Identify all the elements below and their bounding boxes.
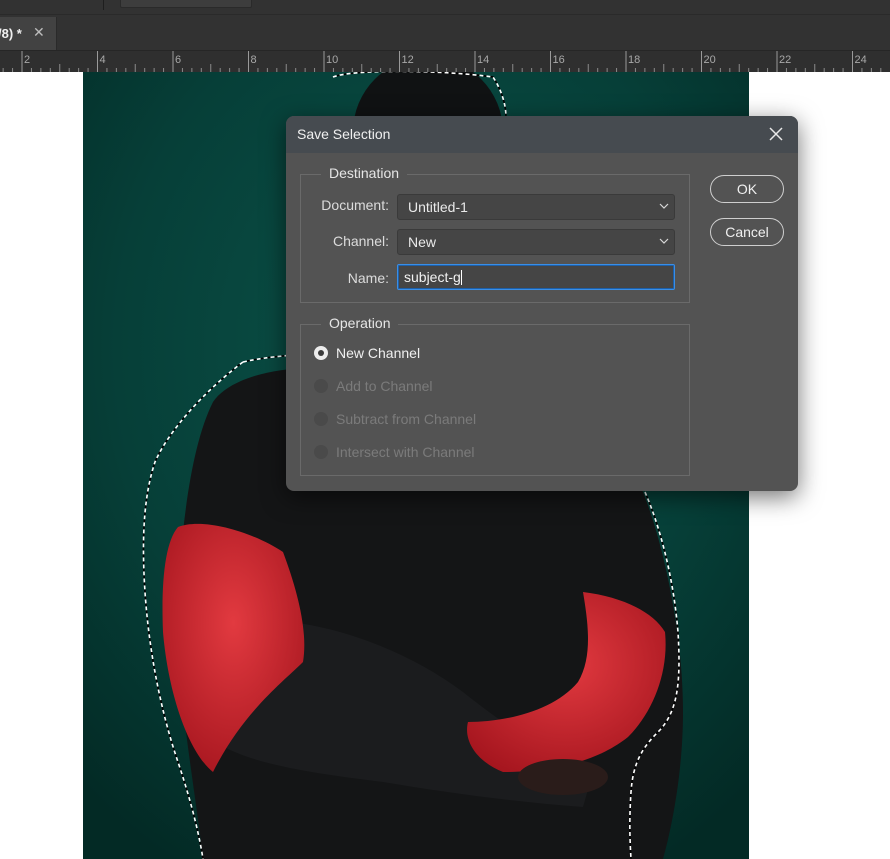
document-label: Document: bbox=[321, 197, 389, 213]
radio-button bbox=[314, 445, 328, 459]
document-select[interactable]: Untitled-1 bbox=[397, 194, 675, 220]
document-tab-title: /8) * bbox=[0, 26, 22, 41]
horizontal-ruler: 2 4 6 8 10 12 14 16 18 20 22 24 bbox=[0, 50, 890, 73]
ruler-label: 16 bbox=[553, 54, 565, 66]
ruler-label: 14 bbox=[477, 54, 489, 66]
channel-label: Channel: bbox=[332, 233, 389, 249]
radio-label: Add to Channel bbox=[336, 378, 433, 394]
close-icon[interactable] bbox=[767, 125, 785, 143]
subject-hand bbox=[518, 759, 608, 795]
chevron-down-icon bbox=[659, 203, 669, 209]
operation-group: Operation New Channel Add to Channel Subtr… bbox=[300, 315, 690, 476]
radio-button[interactable] bbox=[314, 346, 328, 360]
save-selection-dialog: Save Selection Destination Document: Unt… bbox=[286, 116, 798, 491]
ok-button[interactable]: OK bbox=[710, 175, 784, 203]
radio-label: New Channel bbox=[336, 345, 421, 361]
radio-label: Intersect with Channel bbox=[336, 444, 475, 460]
ruler-label: 6 bbox=[175, 54, 181, 66]
dialog-titlebar[interactable]: Save Selection bbox=[286, 116, 798, 153]
radio-button bbox=[314, 412, 328, 426]
options-bar bbox=[0, 0, 890, 15]
ruler-ticks: 2 4 6 8 10 12 14 16 18 20 22 24 bbox=[2, 51, 882, 72]
dialog-title: Save Selection bbox=[297, 126, 391, 142]
name-input[interactable]: subject-g bbox=[397, 264, 675, 290]
ruler-label: 2 bbox=[24, 54, 30, 66]
ruler-label: 18 bbox=[628, 54, 640, 66]
ruler-label: 12 bbox=[402, 54, 414, 66]
document-select-value: Untitled-1 bbox=[408, 199, 468, 215]
radio-label: Subtract from Channel bbox=[336, 411, 477, 427]
destination-group: Destination Document: Untitled-1 Channel… bbox=[300, 165, 690, 303]
cancel-button[interactable]: Cancel bbox=[710, 218, 784, 246]
channel-select-value: New bbox=[408, 234, 437, 250]
document-tab-bar: /8) * ✕ bbox=[0, 15, 890, 50]
text-caret bbox=[460, 270, 462, 285]
options-bar-separator bbox=[103, 0, 104, 10]
ruler-label: 8 bbox=[251, 54, 257, 66]
operation-legend: Operation bbox=[321, 315, 399, 331]
name-input-value: subject-g bbox=[404, 269, 461, 285]
document-tab[interactable]: /8) * ✕ bbox=[0, 17, 57, 50]
ruler-label: 22 bbox=[779, 54, 791, 66]
ruler-label: 4 bbox=[100, 54, 106, 66]
options-bar-field[interactable] bbox=[120, 0, 252, 8]
name-label: Name: bbox=[347, 270, 389, 286]
ruler-label: 24 bbox=[855, 54, 867, 66]
chevron-down-icon bbox=[659, 238, 669, 244]
channel-select[interactable]: New bbox=[397, 229, 675, 255]
ruler-label: 10 bbox=[326, 54, 338, 66]
close-icon[interactable]: ✕ bbox=[33, 24, 45, 41]
ruler-label: 20 bbox=[704, 54, 716, 66]
radio-button bbox=[314, 379, 328, 393]
destination-legend: Destination bbox=[321, 165, 408, 181]
